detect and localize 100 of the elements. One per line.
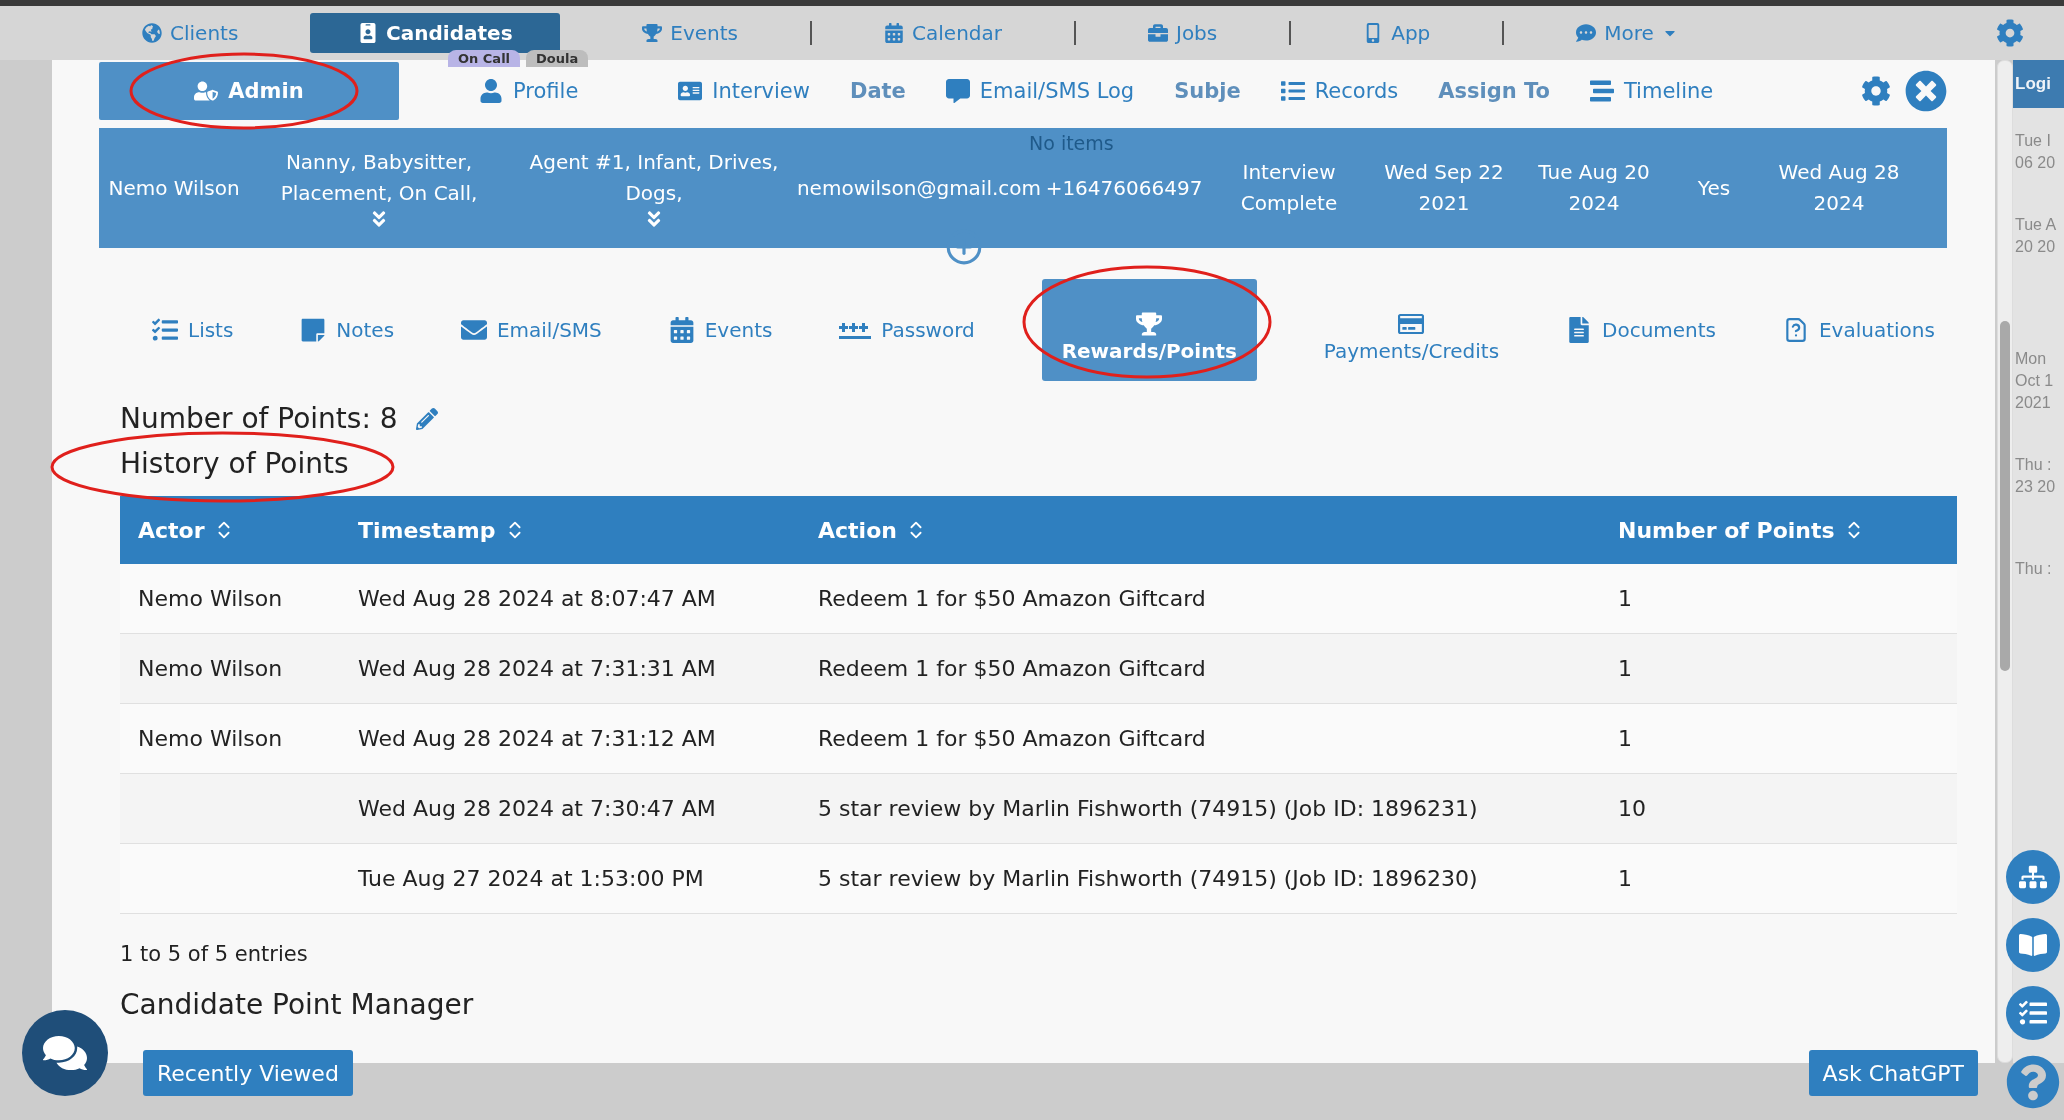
table-cell-text: 1	[1617, 726, 1633, 751]
nav-tab[interactable]: More	[1554, 13, 1700, 53]
header-tab[interactable]: Admin	[99, 62, 399, 120]
header-tab[interactable]: Email/SMS Log	[945, 74, 1135, 108]
background-column-header: Assign To	[1438, 79, 1550, 103]
column-header[interactable]: Timestamp	[358, 517, 496, 543]
contact-card-icon	[678, 79, 703, 103]
background-text: Oct 1	[2014, 372, 2055, 390]
background-text: Mon	[2014, 350, 2048, 368]
table-cell-text: 1	[1617, 656, 1633, 681]
summary-text: Interview Complete	[1239, 159, 1339, 217]
shield-user-icon	[194, 79, 219, 103]
table-cell-text: Wed Aug 28 2024 at 7:31:12 AM	[357, 726, 717, 751]
recently-viewed-button[interactable]: Recently Viewed	[143, 1050, 353, 1096]
table-cell-text: 5 star review by Marlin Fishworth (74915) (Job ID: 1896230)	[817, 866, 1479, 891]
section-tab[interactable]: Documents	[1566, 286, 1717, 374]
calendar-icon	[668, 317, 695, 343]
section-title: History of Points	[120, 447, 349, 480]
scrollbar[interactable]	[1997, 60, 2013, 1063]
background-panel-title: Logi	[2013, 60, 2064, 108]
summary-text: +16476066497	[1045, 174, 1203, 202]
table-cell-text: Wed Aug 28 2024 at 7:31:31 AM	[357, 656, 717, 681]
points-count: Number of Points: 8	[120, 402, 398, 435]
background-text: Tue I	[2014, 132, 2052, 150]
pencil-icon[interactable]	[415, 407, 438, 430]
entries-info: 1 to 5 of 5 entries	[120, 942, 308, 966]
summary-text: nemowilson@gmail.com	[796, 174, 1042, 202]
table-cell-text: Redeem 1 for $50 Amazon Giftcard	[817, 726, 1207, 751]
nav-tab[interactable]: Events	[620, 13, 761, 53]
timeline-icon	[1589, 79, 1614, 103]
header-tab[interactable]: Interview	[678, 74, 810, 108]
background-text: Thu :	[2014, 560, 2053, 578]
section-tab[interactable]: Password	[839, 286, 975, 374]
chat-icon	[1576, 23, 1597, 43]
background-text: 23 20	[2014, 478, 2057, 496]
envelope-icon	[460, 317, 487, 343]
table-cell-text: 1	[1617, 866, 1633, 891]
nav-tab[interactable]: Calendar	[862, 13, 1024, 53]
sitemap-icon	[2019, 863, 2047, 891]
book-icon	[2019, 931, 2047, 959]
column-header[interactable]: Action	[818, 517, 897, 543]
list-icon	[1280, 79, 1305, 103]
background-column-header: Subje	[1174, 79, 1241, 103]
section-tab[interactable]: Payments/Credits	[1323, 279, 1500, 381]
section-tab[interactable]: Events	[668, 286, 773, 374]
globe-icon	[142, 23, 162, 43]
summary-text: Tue Aug 20 2024	[1537, 159, 1651, 217]
summary-text: Wed Sep 22 2021	[1383, 159, 1505, 217]
briefcase-icon	[1148, 23, 1168, 43]
summary-text: Agent #1, Infant, Drives, Dogs,	[528, 149, 780, 207]
user-icon	[479, 79, 503, 103]
nav-tab[interactable]: Clients	[120, 13, 261, 53]
column-header[interactable]: Actor	[138, 517, 205, 543]
settings-icon[interactable]	[1996, 19, 2024, 47]
table-cell-text: Wed Aug 28 2024 at 8:07:47 AM	[357, 586, 717, 611]
summary-text: Nemo Wilson	[108, 174, 240, 202]
table-cell-text: Nemo Wilson	[137, 586, 284, 611]
tag: On Call	[448, 50, 521, 67]
summary-text: Nanny, Babysitter, Placement, On Call,	[279, 149, 479, 207]
header-tab[interactable]: Timeline	[1589, 74, 1714, 108]
table-cell-text: Tue Aug 27 2024 at 1:53:00 PM	[357, 866, 705, 891]
section-title: Candidate Point Manager	[120, 988, 474, 1021]
summary-text: Wed Aug 28 2024	[1777, 159, 1901, 217]
ask-chatgpt-button[interactable]: Ask ChatGPT	[1808, 1050, 1978, 1096]
section-tab[interactable]: Evaluations	[1782, 286, 1935, 374]
background-text: 06 20	[2014, 154, 2057, 172]
background-text: 2021	[2014, 394, 2052, 412]
section-tab[interactable]: Lists	[152, 286, 234, 374]
credit-card-icon	[1398, 311, 1425, 337]
column-header[interactable]: Number of Points	[1618, 517, 1835, 543]
trophy-icon	[1136, 311, 1163, 337]
trophy-icon	[642, 23, 663, 43]
table-cell-text: 1	[1617, 586, 1633, 611]
close-icon[interactable]	[1905, 70, 1947, 112]
document-icon	[1566, 317, 1592, 343]
help-icon	[2006, 1055, 2060, 1109]
tag: Doula	[526, 50, 589, 67]
background-column-header: Date	[849, 79, 906, 103]
summary-text: Yes	[1697, 174, 1731, 202]
nav-tab[interactable]: Candidates	[310, 13, 561, 53]
header-tab[interactable]: Profile	[479, 74, 579, 108]
settings-icon[interactable]	[1861, 76, 1891, 106]
nav-tab[interactable]: Jobs	[1126, 13, 1240, 53]
table-cell-text: Nemo Wilson	[137, 726, 284, 751]
background-text: Thu :	[2014, 456, 2053, 474]
table-cell-text: Redeem 1 for $50 Amazon Giftcard	[817, 656, 1207, 681]
background-text: 20 20	[2014, 238, 2057, 256]
empty-message: No items	[1029, 132, 1114, 154]
table-cell-text: Wed Aug 28 2024 at 7:30:47 AM	[357, 796, 717, 821]
section-tab[interactable]: Email/SMS	[460, 286, 602, 374]
checklist-icon	[152, 317, 178, 343]
header-tab[interactable]: Records	[1280, 74, 1399, 108]
calendar-icon	[884, 23, 905, 43]
table-cell-text: Nemo Wilson	[137, 656, 284, 681]
background-text: Tue A	[2014, 216, 2058, 234]
section-tab[interactable]: Rewards/Points	[1041, 279, 1257, 381]
nav-tab[interactable]: App	[1341, 13, 1453, 53]
help-button[interactable]	[2006, 1055, 2060, 1109]
table-cell-text: 10	[1617, 796, 1647, 821]
section-tab[interactable]: Notes	[300, 286, 395, 374]
